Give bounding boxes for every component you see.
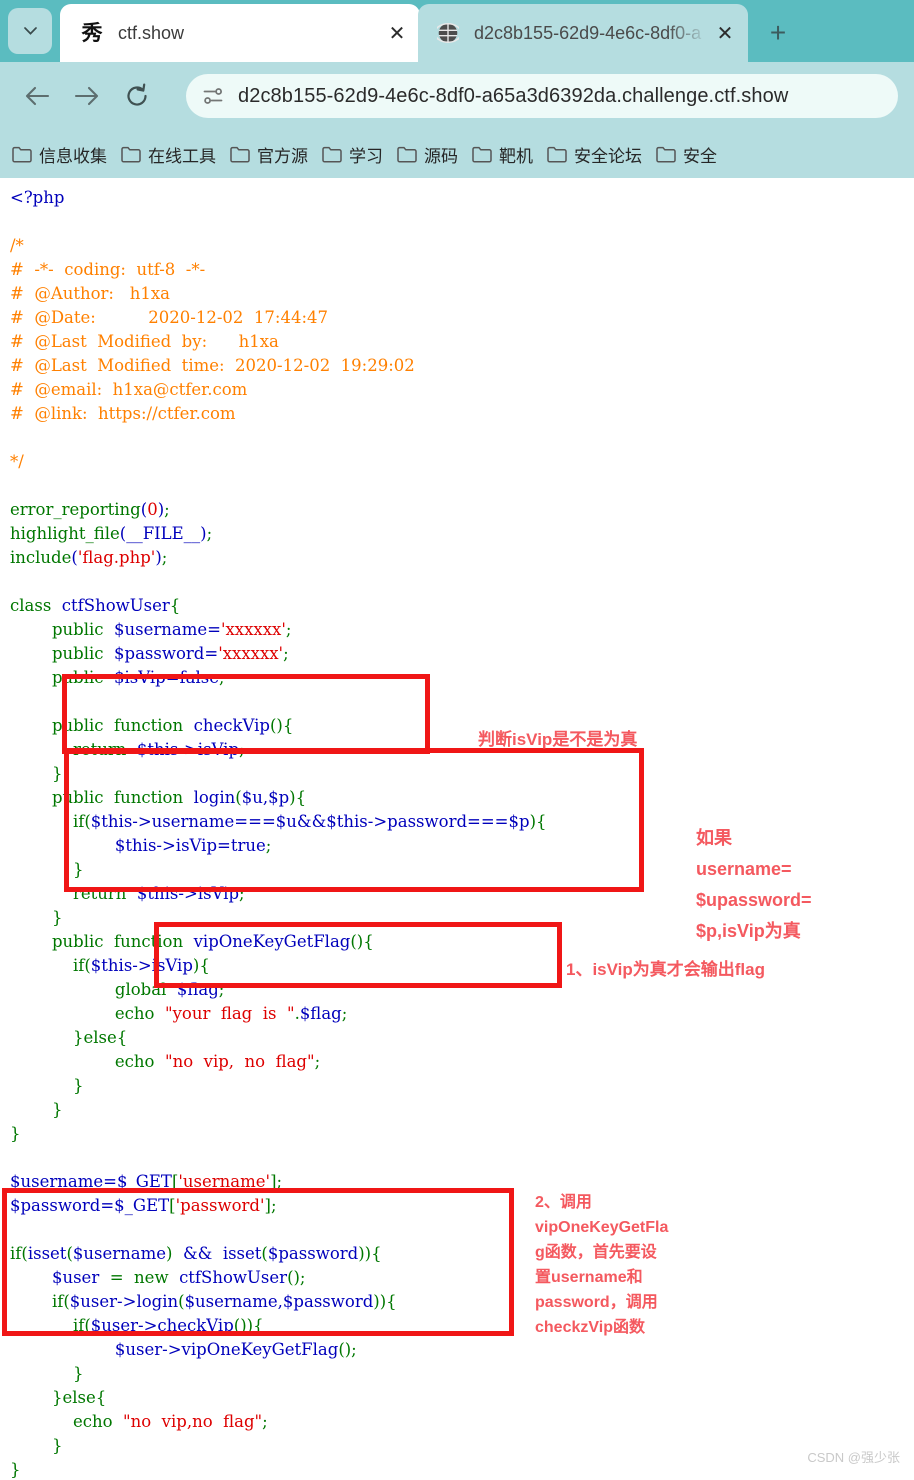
bookmark-label: 源码 [424, 146, 458, 166]
folder-icon [12, 146, 32, 163]
back-button[interactable] [20, 79, 54, 113]
tab-close-icon[interactable]: ✕ [710, 21, 740, 46]
forward-icon [74, 86, 99, 106]
folder-icon [547, 146, 567, 163]
bookmark-label: 官方源 [257, 146, 308, 166]
tab-title: d2c8b155-62d9-4e6c-8df0-a [474, 22, 702, 43]
annotation-main-flow: 2、调用 vipOneKeyGetFla g函数，首先要设 置username和… [535, 1194, 669, 1336]
browser-toolbar: d2c8b155-62d9-4e6c-8df0-a65a3d6392da.cha… [0, 62, 914, 130]
folder-icon [322, 146, 342, 163]
tab-title: ctf.show [118, 22, 185, 43]
bookmark-item[interactable]: 在线工具 [121, 142, 216, 167]
bookmark-item[interactable]: 学习 [322, 142, 383, 167]
bookmark-label: 在线工具 [148, 146, 216, 166]
tab-search-button[interactable] [8, 8, 52, 54]
tab-close-icon[interactable]: ✕ [382, 21, 412, 46]
bookmark-item[interactable]: 官方源 [230, 142, 308, 167]
bookmarks-bar: 信息收集 在线工具 官方源 学习 源码 靶机 安全论坛 安全 [0, 130, 914, 178]
address-bar-url: d2c8b155-62d9-4e6c-8df0-a65a3d6392da.cha… [238, 84, 789, 107]
globe-icon [436, 21, 460, 45]
bookmark-item[interactable]: 安全论坛 [547, 142, 642, 167]
browser-tab-ctfshow[interactable]: 秀 ctf.show ✕ [60, 4, 420, 62]
bookmark-item[interactable]: 靶机 [472, 142, 533, 167]
folder-icon [656, 146, 676, 163]
tab-favicon-icon: 秀 [81, 21, 103, 45]
bookmark-item[interactable]: 安全 [656, 142, 717, 167]
bookmark-label: 安全 [683, 146, 717, 166]
bookmark-label: 安全论坛 [574, 146, 642, 166]
new-tab-button[interactable]: + [758, 14, 798, 52]
php-comment-block: /* # -*- coding: utf-8 -*- # @Author: h1… [10, 236, 415, 471]
folder-icon [472, 146, 492, 163]
browser-chrome: 秀 ctf.show ✕ d2c8b155-62d9-4e6c-8df0-a ✕… [0, 0, 914, 178]
site-info-icon[interactable] [200, 83, 226, 109]
browser-tab-challenge[interactable]: d2c8b155-62d9-4e6c-8df0-a ✕ [418, 4, 748, 62]
address-bar[interactable]: d2c8b155-62d9-4e6c-8df0-a65a3d6392da.cha… [186, 74, 898, 118]
reload-button[interactable] [120, 79, 154, 113]
annotation-login: 如果 username= $upassword= $p,isVip为真 [696, 828, 812, 941]
bookmark-label: 信息收集 [39, 146, 107, 166]
annotation-flag-output: 1、isVip为真才会输出flag [566, 960, 765, 979]
php-source-listing: <?php /* # -*- coding: utf-8 -*- # @Auth… [10, 188, 547, 1479]
csdn-watermark: CSDN @强少张 [807, 1450, 900, 1465]
folder-icon [121, 146, 141, 163]
bookmark-item[interactable]: 源码 [397, 142, 458, 167]
forward-button[interactable] [70, 79, 104, 113]
tab-strip: 秀 ctf.show ✕ d2c8b155-62d9-4e6c-8df0-a ✕… [0, 0, 914, 62]
folder-icon [397, 146, 417, 163]
reload-icon [127, 83, 147, 106]
bookmark-label: 靶机 [499, 146, 533, 166]
bookmark-label: 学习 [349, 146, 383, 166]
bookmark-item[interactable]: 信息收集 [12, 142, 107, 167]
folder-icon [230, 146, 250, 163]
page-content: <?php /* # -*- coding: utf-8 -*- # @Auth… [0, 178, 914, 1480]
php-open-tag: <?php [10, 188, 65, 207]
chevron-down-icon [23, 27, 37, 35]
back-icon [25, 86, 50, 106]
annotation-check-vip: 判断isVip是不是为真 [478, 730, 638, 749]
